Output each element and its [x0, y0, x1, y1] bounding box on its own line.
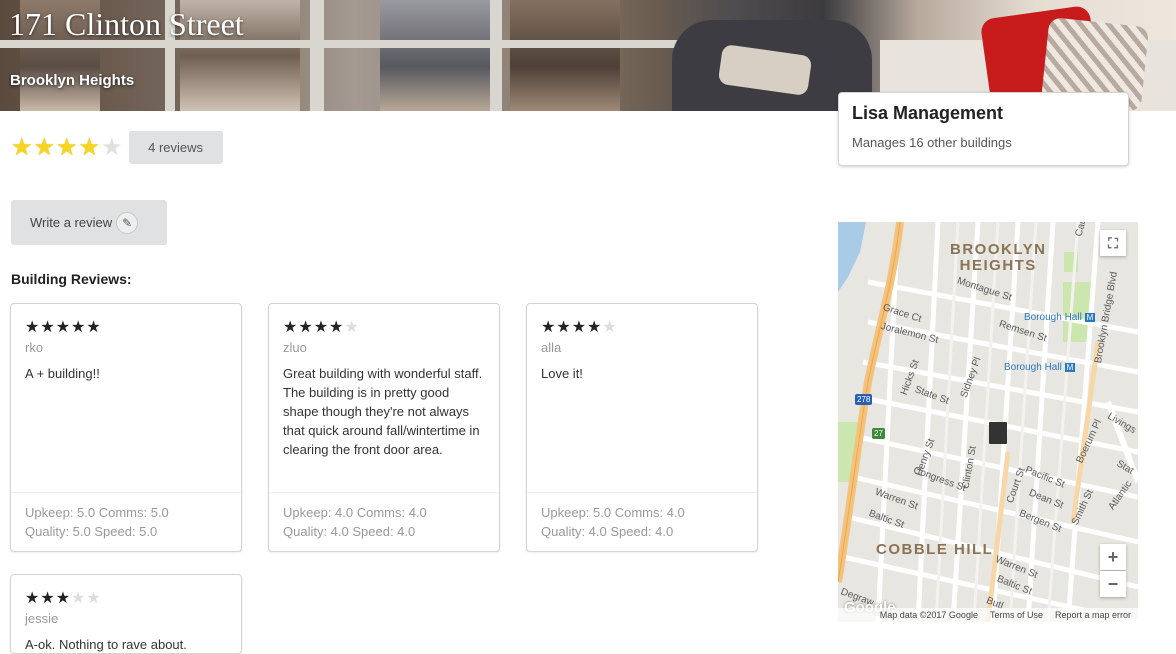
- write-review-label: Write a review: [30, 215, 113, 230]
- review-stars: ★★★★★: [25, 588, 102, 608]
- area-label-line-2: HEIGHTS: [959, 257, 1037, 274]
- management-card[interactable]: Lisa Management Manages 16 other buildin…: [838, 92, 1129, 166]
- review-scores-line-1: Upkeep: 4.0 Comms: 4.0: [283, 505, 427, 520]
- area-label-cobble-hill: COBBLE HILL: [876, 541, 994, 558]
- review-stars: ★★★★★: [541, 317, 618, 337]
- star-filled-icon: ★: [313, 319, 330, 336]
- star-empty-icon: ★: [101, 133, 123, 161]
- star-filled-icon: ★: [541, 319, 557, 336]
- review-text: A + building!!: [25, 366, 100, 381]
- star-filled-icon: ★: [25, 319, 41, 336]
- review-scores-line-2: Quality: 4.0 Speed: 4.0: [283, 524, 416, 539]
- star-filled-icon: ★: [33, 133, 56, 161]
- review-card: ★★★★★ rko A + building!! Upkeep: 5.0 Com…: [10, 303, 242, 552]
- review-text: Great building with wonderful staff. The…: [283, 366, 483, 457]
- star-filled-icon: ★: [86, 319, 102, 336]
- pencil-icon: ✎: [116, 211, 139, 234]
- star-filled-icon: ★: [556, 319, 572, 336]
- write-review-button[interactable]: Write a review ✎: [11, 200, 167, 245]
- star-empty-icon: ★: [86, 590, 102, 607]
- transit-label: Borough Hall M: [1024, 312, 1096, 323]
- star-filled-icon: ★: [40, 590, 56, 607]
- review-text: Love it!: [541, 366, 583, 381]
- management-name[interactable]: Lisa Management: [852, 103, 1003, 124]
- review-scores: Upkeep: 5.0 Comms: 4.0 Quality: 4.0 Spee…: [527, 492, 757, 551]
- review-scores-line-1: Upkeep: 5.0 Comms: 5.0: [25, 505, 169, 520]
- review-scores: Upkeep: 4.0 Comms: 4.0 Quality: 4.0 Spee…: [269, 492, 499, 551]
- star-empty-icon: ★: [71, 590, 87, 607]
- review-scores: Upkeep: 5.0 Comms: 5.0 Quality: 5.0 Spee…: [11, 492, 241, 551]
- highway-shield-278: 278: [855, 394, 873, 405]
- star-rating: ★★★★★: [11, 133, 124, 161]
- star-filled-icon: ★: [25, 590, 41, 607]
- report-error-link[interactable]: Report a map error: [1055, 610, 1131, 620]
- star-filled-icon: ★: [55, 319, 72, 336]
- building-title: 171 Clinton Street: [9, 6, 244, 42]
- metro-icon: M: [1064, 363, 1076, 372]
- review-scores-line-2: Quality: 5.0 Speed: 5.0: [25, 524, 158, 539]
- review-author: rko: [25, 340, 44, 355]
- neighborhood-label: Brooklyn Heights: [10, 72, 135, 89]
- star-filled-icon: ★: [571, 319, 588, 336]
- review-stars: ★★★★★: [283, 317, 360, 337]
- map-attribution: Map data ©2017 Google Terms of Use Repor…: [838, 608, 1138, 622]
- area-label-line-1: BROOKLYN: [950, 241, 1047, 258]
- star-filled-icon: ★: [56, 133, 78, 161]
- star-filled-icon: ★: [78, 133, 101, 161]
- review-scores-line-1: Upkeep: 5.0 Comms: 4.0: [541, 505, 685, 520]
- metro-icon: M: [1084, 313, 1096, 322]
- review-card: ★★★★★ jessie A-ok. Nothing to rave about…: [10, 574, 242, 654]
- transit-label-text: Borough Hall: [1004, 362, 1062, 373]
- zoom-in-button[interactable]: +: [1100, 544, 1126, 570]
- fullscreen-icon[interactable]: ⛶: [1100, 230, 1126, 256]
- star-empty-icon: ★: [602, 319, 618, 336]
- star-filled-icon: ★: [587, 319, 603, 336]
- review-card: ★★★★★ alla Love it! Upkeep: 5.0 Comms: 4…: [526, 303, 758, 552]
- review-text: A-ok. Nothing to rave about.: [25, 637, 187, 652]
- review-stars: ★★★★★: [25, 317, 102, 337]
- review-scores-line-2: Quality: 4.0 Speed: 4.0: [541, 524, 674, 539]
- star-filled-icon: ★: [55, 590, 72, 607]
- review-author: alla: [541, 340, 562, 355]
- star-filled-icon: ★: [71, 319, 87, 336]
- star-filled-icon: ★: [283, 319, 299, 336]
- highway-shield-27: 27: [872, 428, 885, 439]
- transit-label: Borough Hall M: [1004, 362, 1076, 373]
- area-label-brooklyn-heights: BROOKLYN HEIGHTS: [950, 242, 1046, 274]
- building-rating: ★★★★★ 4 reviews: [11, 131, 223, 164]
- review-author: jessie: [25, 611, 59, 626]
- star-filled-icon: ★: [11, 133, 33, 161]
- zoom-out-button[interactable]: −: [1100, 571, 1126, 597]
- reviews-count-button[interactable]: 4 reviews: [128, 131, 223, 164]
- building-marker-icon[interactable]: [989, 422, 1007, 444]
- star-filled-icon: ★: [298, 319, 314, 336]
- transit-label-text: Borough Hall: [1024, 312, 1082, 323]
- star-filled-icon: ★: [40, 319, 56, 336]
- review-card: ★★★★★ zluo Great building with wonderful…: [268, 303, 500, 552]
- building-map[interactable]: BROOKLYN HEIGHTS COBBLE HILL Montague St…: [838, 222, 1138, 622]
- terms-link[interactable]: Terms of Use: [990, 610, 1043, 620]
- review-author: zluo: [283, 340, 307, 355]
- star-empty-icon: ★: [344, 319, 360, 336]
- star-filled-icon: ★: [329, 319, 345, 336]
- management-meta: Manages 16 other buildings: [852, 135, 1012, 150]
- map-data-text: Map data ©2017 Google: [879, 610, 978, 620]
- reviews-section-title: Building Reviews:: [11, 271, 132, 287]
